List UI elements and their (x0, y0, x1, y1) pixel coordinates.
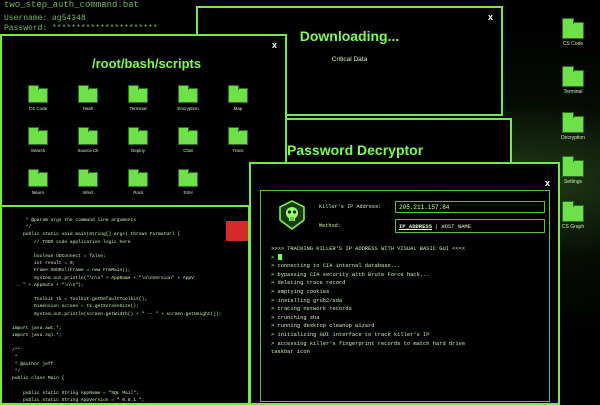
background-password-text: Password: ********************** (4, 24, 158, 33)
console-cursor (277, 254, 282, 261)
folder-icon (228, 85, 248, 103)
folder-icon (28, 127, 48, 145)
desktop-icon-label: Terminal (563, 89, 583, 95)
desktop-icon-label: CS Code (562, 41, 584, 47)
ip-address-field[interactable]: 205.211.157.84 (395, 201, 545, 213)
folder-label: Deploy (130, 148, 145, 153)
folder-label: Terminal (129, 106, 147, 111)
folder-item[interactable]: Trace (220, 127, 256, 153)
desktop-icon-terminal[interactable]: Terminal (558, 66, 588, 95)
console-line: > tracing network records (271, 306, 352, 313)
folder-label: Map (233, 106, 243, 111)
folder-label: CS Code (28, 106, 48, 111)
desktop-icon-label: CS Graph (561, 224, 585, 230)
console-line: > initializing GUI interface to track ki… (271, 331, 430, 338)
folder-icon (178, 169, 198, 187)
desktop-icon-label: Decryption (561, 135, 585, 141)
folder-label: Source Ck (77, 148, 99, 153)
desktop-icon-decryption[interactable]: Decryption (558, 112, 588, 141)
console-line: > emptying cookies (271, 288, 330, 295)
folder-icon (562, 201, 584, 222)
skull-emblem-icon (279, 200, 305, 230)
console-prompt: > (271, 254, 275, 261)
method-label: Method: (319, 223, 341, 229)
folder-item[interactable]: Hash (70, 85, 106, 111)
scripts-close-button[interactable]: x (272, 40, 277, 50)
folder-icon (128, 85, 148, 103)
folder-label: Encryption (177, 106, 199, 111)
ip-address-label: Killer's IP Address: (319, 204, 382, 210)
folder-item[interactable]: Encryption (170, 85, 206, 111)
red-status-block (226, 221, 248, 241)
method-option-host-name[interactable]: HOST NAME (441, 223, 471, 230)
method-selector[interactable]: IP_ADDRESS | HOST NAME (395, 219, 545, 233)
console-line: > running desktop cleanup wizard (271, 323, 375, 330)
decryptor-title: Password Decryptor (287, 142, 424, 158)
code-editor-window[interactable]: * @param args the command line arguments… (0, 205, 250, 405)
folder-icon (78, 127, 98, 145)
folder-icon (562, 18, 584, 39)
folder-icon (28, 85, 48, 103)
folder-icon (562, 156, 584, 177)
console-line: > installing grub2/sda (271, 297, 343, 304)
scripts-title: /root/bash/scripts (92, 56, 202, 71)
scripts-window[interactable]: x /root/bash/scripts CS Code Hash Termin… (0, 34, 287, 229)
folder-label: Chat (183, 148, 193, 153)
console-prompt-line: > (271, 254, 545, 263)
folder-item[interactable]: Neuro (20, 169, 56, 195)
folder-label: Infect (82, 190, 94, 195)
console-line: > bypassing CIA security with Brute Forc… (271, 271, 430, 278)
folder-item[interactable]: Terminal (120, 85, 156, 111)
folder-item[interactable]: Map (220, 85, 256, 111)
folder-icon (228, 127, 248, 145)
tracker-console: >>>> TRACKING KILLER'S IP ADDRESS WITH V… (269, 242, 547, 397)
method-separator: | (435, 223, 439, 230)
folder-icon (178, 127, 198, 145)
console-line: >>>> TRACKING KILLER'S IP ADDRESS WITH V… (271, 246, 466, 252)
folder-icon (562, 112, 584, 133)
folder-label: Search (30, 148, 46, 153)
desktop-icon-cs-code[interactable]: CS Code (558, 18, 588, 47)
password-decryptor-window[interactable]: Password Decryptor (280, 118, 512, 168)
code-text: * @param args the command line arguments… (12, 218, 222, 404)
folder-label: SSH (183, 190, 193, 195)
background-username-text: Username: ag54348 (4, 14, 86, 23)
console-line: > crunching sha (271, 314, 320, 321)
folder-icon (128, 169, 148, 187)
desktop-icon-label: Settings (563, 179, 583, 185)
folder-label: Root (133, 190, 143, 195)
console-line: taskbar icon (271, 349, 310, 356)
folder-icon (78, 169, 98, 187)
folder-item[interactable]: SSH (170, 169, 206, 195)
folder-item[interactable]: Source Ck (70, 127, 106, 153)
folder-item[interactable]: Infect (70, 169, 106, 195)
folder-item[interactable]: Chat (170, 127, 206, 153)
console-line: > connecting to CIA internal database... (271, 263, 401, 270)
folder-icon (128, 127, 148, 145)
folder-label: Hash (82, 106, 94, 111)
folder-icon (78, 85, 98, 103)
folder-item[interactable]: Deploy (120, 127, 156, 153)
folder-icon (562, 66, 584, 87)
folder-label: Neuro (31, 190, 45, 195)
method-option-ip-address[interactable]: IP_ADDRESS (399, 223, 432, 230)
console-line: > accessing killer's fingerprint records… (271, 340, 466, 347)
download-close-button[interactable]: x (488, 12, 493, 22)
desktop-icon-cs-graph[interactable]: CS Graph (558, 201, 588, 230)
background-command-text: two_step_auth_command.bat (4, 0, 140, 10)
folder-item[interactable]: CS Code (20, 85, 56, 111)
folder-icon (178, 85, 198, 103)
folder-icon (28, 169, 48, 187)
tracker-close-button[interactable]: x (545, 178, 550, 188)
folder-item[interactable]: Search (20, 127, 56, 153)
console-line: > deleting trace record (271, 280, 346, 287)
ip-tracker-window[interactable]: x Killer's IP Address: 205.211.157.84 Me… (249, 162, 560, 405)
desktop-icon-settings[interactable]: Settings (558, 156, 588, 185)
folder-item[interactable]: Root (120, 169, 156, 195)
folder-label: Trace (232, 148, 244, 153)
